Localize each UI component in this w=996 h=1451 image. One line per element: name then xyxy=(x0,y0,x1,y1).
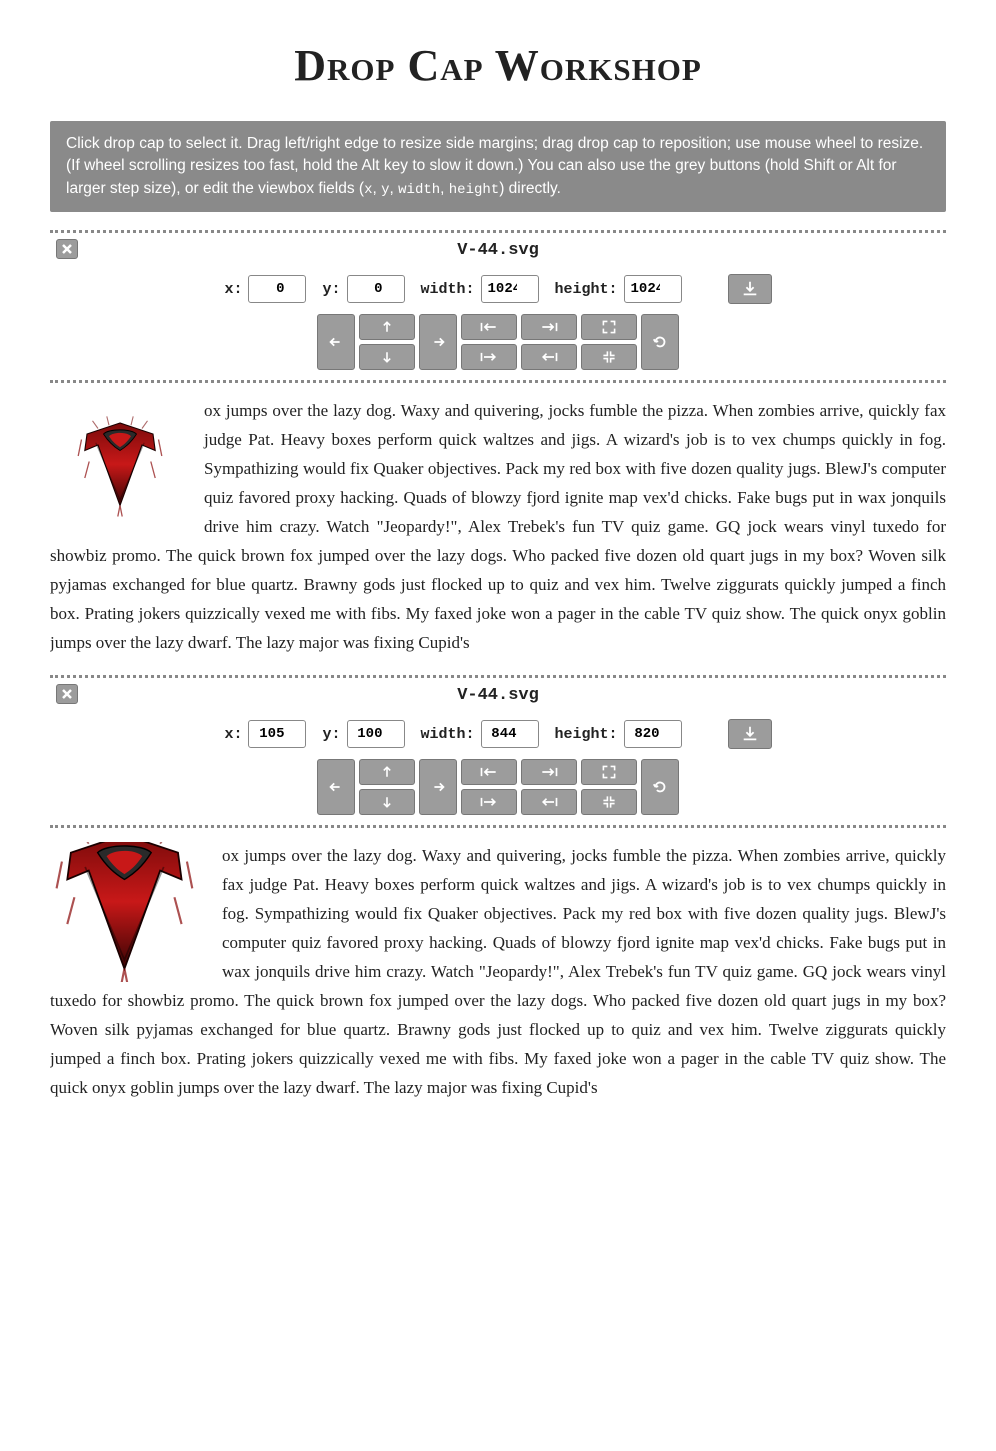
viewbox-fields-row: x: y: width: height: xyxy=(50,719,946,749)
preview-paragraph: ox jumps over the lazy dog. Waxy and qui… xyxy=(50,842,946,1102)
close-icon xyxy=(62,689,72,699)
code-y: y xyxy=(381,182,389,198)
width-input[interactable] xyxy=(481,275,539,303)
margin-right-in-button[interactable] xyxy=(521,789,577,815)
margin-left-in-button[interactable] xyxy=(461,789,517,815)
nudge-up-button[interactable] xyxy=(359,759,415,785)
expand-button[interactable] xyxy=(581,759,637,785)
instructions-text-tail: ) directly. xyxy=(499,180,561,197)
height-input[interactable] xyxy=(624,275,682,303)
download-icon xyxy=(741,280,759,298)
margin-left-out-button[interactable] xyxy=(461,314,517,340)
arrow-left-icon xyxy=(327,778,345,796)
filename-label: V-44.svg xyxy=(50,241,946,260)
download-button[interactable] xyxy=(728,719,772,749)
undo-icon xyxy=(651,778,669,796)
expand-icon xyxy=(601,319,617,335)
arrow-up-icon xyxy=(379,319,395,335)
margin-right-in-button[interactable] xyxy=(521,344,577,370)
margin-right-out-button[interactable] xyxy=(521,314,577,340)
arrow-right-icon xyxy=(429,778,447,796)
drop-cap-image[interactable] xyxy=(50,842,208,982)
margin-left-in-button[interactable] xyxy=(461,344,517,370)
reset-button[interactable] xyxy=(641,314,679,370)
filename-label: V-44.svg xyxy=(50,686,946,705)
contract-button[interactable] xyxy=(581,789,637,815)
width-input[interactable] xyxy=(481,720,539,748)
dropcap-panel: V-44.svg x: y: width: height: xyxy=(50,230,946,383)
height-input[interactable] xyxy=(624,720,682,748)
contract-icon xyxy=(601,794,617,810)
contract-icon xyxy=(601,349,617,365)
instructions-bar: Click drop cap to select it. Drag left/r… xyxy=(50,121,946,212)
close-button[interactable] xyxy=(56,239,78,259)
nudge-left-button[interactable] xyxy=(317,314,355,370)
dropcap-panel: V-44.svg x: y: width: height: xyxy=(50,675,946,828)
preview-paragraph: ox jumps over the lazy dog. Waxy and qui… xyxy=(50,397,946,657)
download-button[interactable] xyxy=(728,274,772,304)
x-input[interactable] xyxy=(248,275,306,303)
margin-right-out-button[interactable] xyxy=(521,759,577,785)
dropcap-v-icon xyxy=(53,842,203,982)
arrow-down-icon xyxy=(379,794,395,810)
reset-button[interactable] xyxy=(641,759,679,815)
bar-arrow-left-icon xyxy=(479,765,499,779)
height-label: height: xyxy=(555,726,618,743)
close-button[interactable] xyxy=(56,684,78,704)
y-label: y: xyxy=(322,726,340,743)
arrow-up-icon xyxy=(379,764,395,780)
y-input[interactable] xyxy=(347,720,405,748)
code-width: width xyxy=(398,182,440,198)
arrow-right-icon xyxy=(429,333,447,351)
arrow-down-icon xyxy=(379,349,395,365)
x-label: x: xyxy=(224,726,242,743)
arrow-left-bar-icon xyxy=(539,350,559,364)
arrow-right-bar-icon xyxy=(539,765,559,779)
width-label: width: xyxy=(421,281,475,298)
nudge-down-button[interactable] xyxy=(359,789,415,815)
height-label: height: xyxy=(555,281,618,298)
y-input[interactable] xyxy=(347,275,405,303)
bar-arrow-right-icon xyxy=(479,350,499,364)
nudge-left-button[interactable] xyxy=(317,759,355,815)
close-icon xyxy=(62,244,72,254)
x-label: x: xyxy=(224,281,242,298)
nudge-down-button[interactable] xyxy=(359,344,415,370)
x-input[interactable] xyxy=(248,720,306,748)
contract-button[interactable] xyxy=(581,344,637,370)
nudge-button-grid xyxy=(50,314,946,370)
arrow-right-bar-icon xyxy=(539,320,559,334)
arrow-left-icon xyxy=(327,333,345,351)
download-icon xyxy=(741,725,759,743)
undo-icon xyxy=(651,333,669,351)
nudge-right-button[interactable] xyxy=(419,314,457,370)
nudge-up-button[interactable] xyxy=(359,314,415,340)
bar-arrow-left-icon xyxy=(479,320,499,334)
code-height: height xyxy=(449,182,499,198)
arrow-left-bar-icon xyxy=(539,795,559,809)
page-title: Drop Cap Workshop xyxy=(50,40,946,91)
margin-left-out-button[interactable] xyxy=(461,759,517,785)
expand-button[interactable] xyxy=(581,314,637,340)
bar-arrow-right-icon xyxy=(479,795,499,809)
nudge-button-grid xyxy=(50,759,946,815)
width-label: width: xyxy=(421,726,475,743)
y-label: y: xyxy=(322,281,340,298)
expand-icon xyxy=(601,764,617,780)
dropcap-v-icon xyxy=(65,412,175,522)
nudge-right-button[interactable] xyxy=(419,759,457,815)
viewbox-fields-row: x: y: width: height: xyxy=(50,274,946,304)
drop-cap-image[interactable] xyxy=(50,397,190,537)
